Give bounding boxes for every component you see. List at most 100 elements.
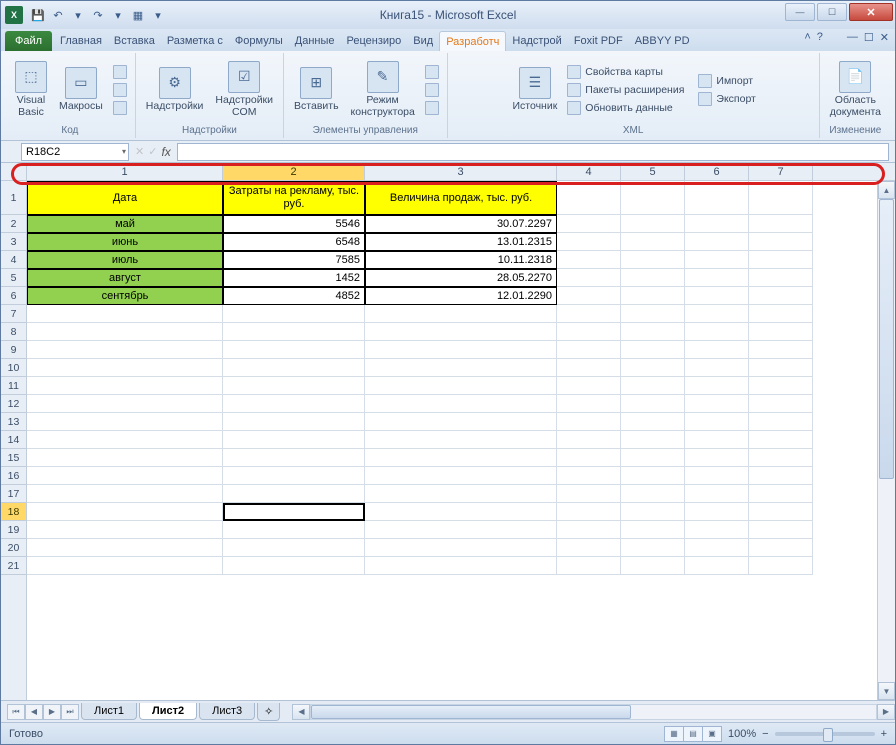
col-header-7[interactable]: 7: [749, 163, 813, 180]
header-cost[interactable]: Затраты на рекламу, тыс. руб.: [223, 181, 365, 215]
maximize-button[interactable]: ☐: [817, 3, 847, 21]
new-sheet-button[interactable]: ✧: [257, 703, 280, 721]
xml-source-button[interactable]: ☰ Источник: [508, 65, 561, 115]
cell[interactable]: [749, 269, 813, 287]
cell[interactable]: [557, 181, 621, 215]
macros-button[interactable]: ▭ Макросы: [55, 65, 107, 115]
row-header[interactable]: 16: [1, 467, 26, 485]
cell[interactable]: [685, 395, 749, 413]
cell[interactable]: [621, 521, 685, 539]
cell[interactable]: [365, 431, 557, 449]
cell[interactable]: [557, 341, 621, 359]
cell[interactable]: [621, 305, 685, 323]
formula-input[interactable]: [177, 143, 889, 161]
cell[interactable]: [223, 485, 365, 503]
row-header[interactable]: 4: [1, 251, 26, 269]
cells-grid[interactable]: Дата Затраты на рекламу, тыс. руб. Велич…: [27, 181, 877, 700]
cell[interactable]: [27, 395, 223, 413]
cell-cost[interactable]: 1452: [223, 269, 365, 287]
hscroll-track[interactable]: [310, 704, 877, 720]
cell[interactable]: [749, 431, 813, 449]
cell[interactable]: [27, 323, 223, 341]
cell-date[interactable]: июль: [27, 251, 223, 269]
ribbon-minimize-icon[interactable]: ˄: [804, 31, 810, 44]
cell[interactable]: [27, 377, 223, 395]
cell[interactable]: [749, 359, 813, 377]
cell[interactable]: [621, 341, 685, 359]
col-header-3[interactable]: 3: [365, 163, 557, 180]
properties-button[interactable]: [423, 64, 441, 80]
cell[interactable]: [685, 251, 749, 269]
cell[interactable]: [621, 395, 685, 413]
cell[interactable]: [27, 341, 223, 359]
cell[interactable]: [27, 557, 223, 575]
row-header[interactable]: 13: [1, 413, 26, 431]
cell[interactable]: [365, 521, 557, 539]
cell[interactable]: [557, 521, 621, 539]
cell[interactable]: [557, 449, 621, 467]
minimize-button[interactable]: —: [785, 3, 815, 21]
cell[interactable]: [685, 431, 749, 449]
tab-nav-next[interactable]: ▶: [43, 704, 61, 720]
tab-review[interactable]: Рецензиро: [341, 31, 408, 51]
cell[interactable]: [685, 557, 749, 575]
cell[interactable]: [557, 485, 621, 503]
cell[interactable]: [749, 251, 813, 269]
cell-cost[interactable]: 4852: [223, 287, 365, 305]
row-header[interactable]: 3: [1, 233, 26, 251]
view-pagebreak-button[interactable]: ▣: [702, 726, 722, 742]
cell[interactable]: [557, 413, 621, 431]
cell-sales[interactable]: 10.11.2318: [365, 251, 557, 269]
cell[interactable]: [27, 431, 223, 449]
tab-nav-prev[interactable]: ◀: [25, 704, 43, 720]
cell[interactable]: [365, 485, 557, 503]
cell[interactable]: [365, 323, 557, 341]
row-header-1[interactable]: 1: [1, 181, 26, 215]
cell[interactable]: [685, 341, 749, 359]
cell[interactable]: [749, 377, 813, 395]
cell[interactable]: [621, 251, 685, 269]
vscroll-track[interactable]: [878, 199, 895, 682]
cell[interactable]: [557, 377, 621, 395]
tab-developer[interactable]: Разработч: [439, 31, 506, 51]
cancel-fx-icon[interactable]: ✕: [135, 145, 144, 158]
enter-fx-icon[interactable]: ✓: [148, 145, 157, 158]
tab-data[interactable]: Данные: [289, 31, 341, 51]
cell[interactable]: [685, 377, 749, 395]
cell[interactable]: [223, 377, 365, 395]
cell[interactable]: [685, 269, 749, 287]
cell[interactable]: [621, 233, 685, 251]
view-pagelayout-button[interactable]: ▤: [683, 726, 703, 742]
cell-sales[interactable]: 30.07.2297: [365, 215, 557, 233]
col-header-5[interactable]: 5: [621, 163, 685, 180]
cell[interactable]: [557, 251, 621, 269]
cell[interactable]: [685, 233, 749, 251]
cell[interactable]: [365, 377, 557, 395]
cell[interactable]: [685, 485, 749, 503]
cell[interactable]: [749, 287, 813, 305]
cell[interactable]: [621, 467, 685, 485]
cell-sales[interactable]: 13.01.2315: [365, 233, 557, 251]
sheet-tab-1[interactable]: Лист1: [81, 703, 137, 720]
scroll-right-button[interactable]: ▶: [877, 704, 895, 720]
tab-foxit[interactable]: Foxit PDF: [568, 31, 629, 51]
col-header-1[interactable]: 1: [27, 163, 223, 180]
header-sales[interactable]: Величина продаж, тыс. руб.: [365, 181, 557, 215]
cell[interactable]: [749, 341, 813, 359]
tab-view[interactable]: Вид: [407, 31, 439, 51]
cell[interactable]: [749, 395, 813, 413]
fx-icon[interactable]: fx: [161, 145, 170, 159]
relative-refs-button[interactable]: [111, 82, 129, 98]
cell[interactable]: [557, 287, 621, 305]
view-normal-button[interactable]: ▦: [664, 726, 684, 742]
cell[interactable]: [621, 431, 685, 449]
cell[interactable]: [223, 341, 365, 359]
expansion-packs-button[interactable]: Пакеты расширения: [565, 82, 686, 98]
refresh-data-button[interactable]: Обновить данные: [565, 100, 686, 116]
tab-formulas[interactable]: Формулы: [229, 31, 289, 51]
cell[interactable]: [685, 449, 749, 467]
cell[interactable]: [749, 413, 813, 431]
qat-dropdown2-icon[interactable]: ▾: [109, 6, 127, 24]
cell[interactable]: [223, 449, 365, 467]
cell[interactable]: [365, 449, 557, 467]
